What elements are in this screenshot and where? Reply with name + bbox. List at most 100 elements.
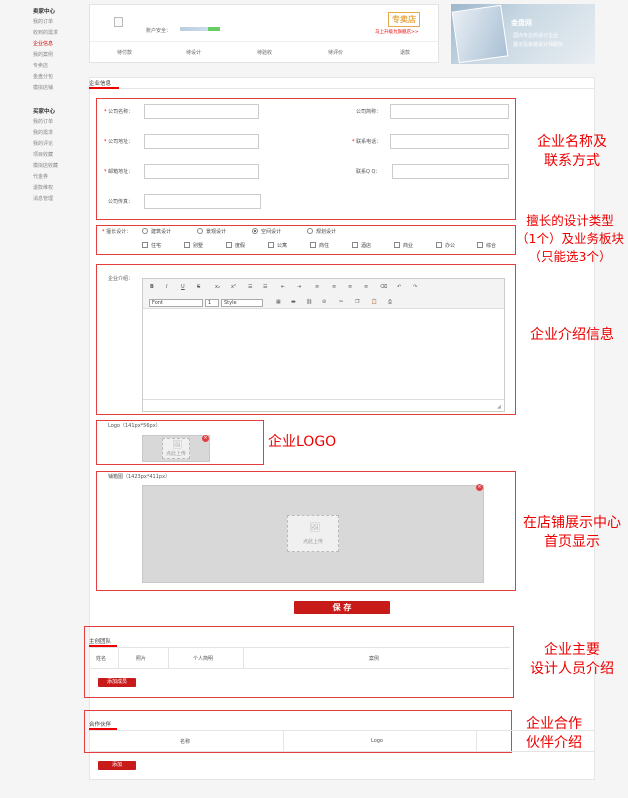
checkbox-office[interactable]: [436, 242, 442, 248]
resize-handle[interactable]: ◢: [497, 404, 501, 410]
indent-icon[interactable]: ⇥: [297, 284, 301, 290]
partners-col-name: 名称: [180, 739, 191, 745]
checkbox-villa[interactable]: [184, 242, 190, 248]
unordered-list-icon[interactable]: ☰: [263, 284, 267, 290]
sidebar-item-received-demands[interactable]: 收到的需求: [33, 29, 58, 36]
checkbox-office-label: 办公: [445, 243, 456, 249]
nav-pending-design[interactable]: 待设计: [186, 49, 201, 56]
checkbox-villa-label: 别墅: [193, 243, 204, 249]
divider: [90, 41, 438, 42]
banner-image: [451, 4, 509, 64]
rule-icon[interactable]: ▬: [291, 299, 296, 305]
sidebar-item-shop[interactable]: 专卖店: [33, 62, 48, 69]
company-name-input[interactable]: [144, 104, 259, 119]
contact-phone-input[interactable]: [390, 134, 509, 149]
annotation-team: 企业主要 设计人员介绍: [530, 642, 614, 677]
add-member-button[interactable]: 添加成员: [98, 678, 136, 687]
font-select[interactable]: Font: [149, 299, 203, 307]
partners-box: [84, 710, 512, 753]
ordered-list-icon[interactable]: ☰: [248, 284, 252, 290]
checkbox-hotel-label: 酒店: [361, 243, 372, 249]
checkbox-resort-label: 度假: [235, 243, 246, 249]
sidebar-item-my-demands[interactable]: 我的需求: [33, 129, 53, 136]
superscript-button[interactable]: x²: [231, 284, 236, 290]
bold-button[interactable]: B: [150, 284, 154, 290]
print-icon[interactable]: ⎙: [388, 299, 392, 305]
strikethrough-button[interactable]: S: [197, 284, 200, 290]
shop-image-upload-button[interactable]: 🖼 点此上传: [287, 515, 339, 552]
col-sep: [118, 647, 119, 668]
sidebar-item-company-info[interactable]: 企业信息: [33, 40, 53, 47]
shop-badge: 专卖店: [388, 12, 420, 27]
seller-center-title: 卖家中心: [33, 9, 56, 15]
upgrade-link[interactable]: 马上升级为旗舰店>>: [375, 29, 419, 35]
fax-label: 公司传真：: [108, 199, 134, 205]
sidebar-item-messages[interactable]: 消息管理: [33, 195, 53, 202]
shop-image-label: 铺箱图（1423px*411px）: [108, 474, 171, 480]
nav-pending-payment[interactable]: 待付款: [117, 49, 132, 56]
paste-icon[interactable]: 📋: [371, 299, 377, 305]
cut-icon[interactable]: ✂: [339, 299, 343, 305]
sidebar-item-shop-favorites[interactable]: 模拟店收藏: [33, 162, 58, 169]
align-right-icon[interactable]: ≡: [348, 284, 352, 290]
company-abbr-input[interactable]: [390, 104, 509, 119]
radio-space[interactable]: [252, 228, 258, 234]
undo-icon[interactable]: ↶: [397, 284, 401, 290]
radio-architecture[interactable]: [142, 228, 148, 234]
radio-planning[interactable]: [307, 228, 313, 234]
style-select[interactable]: Style: [221, 299, 263, 307]
nav-refund[interactable]: 退款: [400, 49, 410, 56]
checkbox-apartment[interactable]: [268, 242, 274, 248]
redo-icon[interactable]: ↷: [413, 284, 417, 290]
nav-pending-acceptance[interactable]: 待验收: [257, 49, 272, 56]
qq-input[interactable]: [392, 164, 509, 179]
nav-pending-review[interactable]: 待评价: [328, 49, 343, 56]
align-left-icon[interactable]: ≡: [315, 284, 319, 290]
copy-icon[interactable]: ❐: [355, 299, 359, 305]
company-addr-input[interactable]: [144, 134, 259, 149]
outdent-icon[interactable]: ⇤: [281, 284, 285, 290]
team-col-name: 姓名: [96, 656, 107, 662]
sidebar-item-refunds[interactable]: 退款维权: [33, 184, 53, 191]
radio-space-label: 空间设计: [261, 229, 282, 235]
sidebar-item-subcontract[interactable]: 金盘分包: [33, 73, 53, 80]
rich-text-editor[interactable]: B I U S x₂ x² ☰ ☰ ⇤ ⇥ ≡ ≡ ≡ ≡ ⌫ ↶ ↷ Font…: [142, 278, 505, 412]
checkbox-hotel[interactable]: [352, 242, 358, 248]
team-col-cases: 案例: [369, 656, 380, 662]
justify-icon[interactable]: ≡: [364, 284, 368, 290]
sidebar-item-buyer-orders[interactable]: 我的订单: [33, 118, 53, 125]
size-select[interactable]: 1: [205, 299, 219, 307]
radio-landscape[interactable]: [197, 228, 203, 234]
sidebar-item-orders[interactable]: 我的订单: [33, 18, 53, 25]
sidebar-item-project-favorites[interactable]: 项目收藏: [33, 151, 53, 158]
link-icon[interactable]: ⛓: [306, 299, 312, 305]
upload-icon: 🖼: [172, 440, 183, 449]
sidebar-item-my-cases[interactable]: 我的案例: [33, 51, 53, 58]
logo-delete-icon[interactable]: ×: [202, 435, 209, 442]
checkbox-resort[interactable]: [226, 242, 232, 248]
fax-input[interactable]: [144, 194, 261, 209]
shop-image-delete-icon[interactable]: ×: [476, 484, 483, 491]
subscript-button[interactable]: x₂: [215, 284, 220, 290]
clear-format-icon[interactable]: ⌫: [380, 284, 387, 290]
checkbox-residential[interactable]: [142, 242, 148, 248]
underline-button[interactable]: U: [181, 284, 185, 290]
unlink-icon[interactable]: ⊘: [322, 299, 326, 305]
promo-banner[interactable]: 金盘网 国内专业的设计企业 展示及家装设计师服务: [451, 4, 595, 64]
email-input[interactable]: [144, 164, 259, 179]
align-center-icon[interactable]: ≡: [332, 284, 336, 290]
sidebar-item-my-comments[interactable]: 我的评论: [33, 140, 53, 147]
sidebar-item-mock-shop[interactable]: 模拟店铺: [33, 84, 53, 91]
contact-phone-label: * 联系电话：: [352, 139, 382, 145]
checkbox-commercial[interactable]: [394, 242, 400, 248]
sidebar-item-vouchers[interactable]: 代金券: [33, 173, 48, 180]
table-icon[interactable]: ▦: [276, 299, 281, 305]
checkbox-commercial-residential-label: 商住: [319, 243, 330, 249]
add-partner-button[interactable]: 添加: [98, 761, 136, 770]
checkbox-commercial-residential[interactable]: [310, 242, 316, 248]
checkbox-comprehensive[interactable]: [477, 242, 483, 248]
logo-upload-button[interactable]: 🖼 点此上传: [162, 438, 190, 459]
company-info-title: 企业信息: [89, 81, 112, 87]
italic-button[interactable]: I: [166, 284, 167, 290]
save-button[interactable]: 保 存: [294, 601, 390, 614]
